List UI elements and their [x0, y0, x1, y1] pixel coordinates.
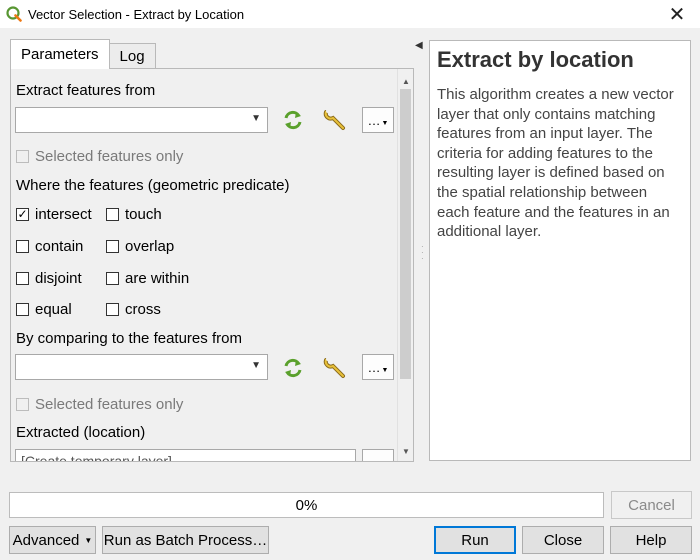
dropdown-arrow-icon: ▼ [381, 119, 389, 127]
extract-from-combo[interactable]: ▼ [15, 107, 268, 133]
help-button[interactable]: Help [610, 526, 692, 554]
help-panel: Extract by location This algorithm creat… [429, 40, 691, 461]
output-field[interactable]: [Create temporary layer] [15, 449, 356, 462]
tab-parameters[interactable]: Parameters [10, 39, 110, 69]
help-body: This algorithm creates a new vector laye… [437, 86, 674, 241]
batch-process-button[interactable]: Run as Batch Process… [102, 526, 269, 554]
options-button[interactable]: … ▼ [362, 107, 394, 133]
predicate-overlap[interactable]: overlap [106, 238, 174, 255]
progress-text: 0% [295, 496, 318, 514]
selected-only-label-2: Selected features only [35, 396, 184, 413]
dropdown-arrow-icon: ▼ [251, 113, 261, 124]
window-title: Vector Selection - Extract by Location [28, 6, 245, 22]
compare-combo[interactable]: ▼ [15, 354, 268, 380]
scroll-thumb[interactable] [400, 89, 411, 379]
options-button[interactable]: … ▼ [362, 354, 394, 380]
selected-only-checkbox-2[interactable]: Selected features only [16, 396, 183, 413]
output-label: Extracted (location) [16, 424, 146, 441]
predicate-intersect[interactable]: ✓ intersect [16, 206, 92, 223]
progress-bar: 0% [9, 492, 604, 518]
predicate-label-intersect: intersect [35, 206, 92, 223]
output-options-button[interactable] [362, 449, 394, 461]
predicate-touch[interactable]: touch [106, 206, 162, 223]
title-bar: Vector Selection - Extract by Location ✕ [0, 0, 700, 28]
advanced-button-label: Advanced [12, 531, 80, 549]
predicate-label-disjoint: disjoint [35, 270, 82, 287]
cancel-button[interactable]: Cancel [611, 491, 692, 519]
predicate-label-overlap: overlap [125, 238, 175, 255]
dropdown-arrow-icon: ▼ [84, 535, 93, 545]
wrench-icon[interactable] [321, 354, 349, 382]
checkbox-box[interactable] [106, 272, 119, 285]
vertical-scrollbar[interactable]: ▲ ▼ [397, 69, 413, 461]
compare-label: By comparing to the features from [16, 330, 242, 347]
checkbox-box[interactable] [16, 398, 29, 411]
close-button[interactable]: Close [522, 526, 604, 554]
help-title: Extract by location [437, 47, 634, 72]
scroll-up-icon[interactable]: ▲ [398, 73, 413, 89]
dropdown-arrow-icon: ▼ [251, 360, 261, 371]
tab-log[interactable]: Log [108, 43, 156, 69]
iterate-icon[interactable] [280, 355, 306, 381]
splitter-handle[interactable]: · · · [421, 243, 424, 263]
predicate-label-cross: cross [125, 301, 161, 318]
predicate-cross[interactable]: cross [106, 301, 161, 318]
extract-from-label: Extract features from [16, 82, 156, 99]
predicate-are-within[interactable]: are within [106, 270, 189, 287]
checkbox-box[interactable] [16, 272, 29, 285]
chevron-left-icon[interactable]: ◀ [415, 40, 423, 51]
dropdown-arrow-icon: ▼ [381, 366, 389, 374]
scroll-down-icon[interactable]: ▼ [398, 443, 413, 459]
close-icon[interactable]: ✕ [654, 0, 700, 28]
tab-bar: Parameters Log [10, 39, 156, 69]
output-value: [Create temporary layer] [21, 453, 172, 462]
advanced-button[interactable]: Advanced ▼ [9, 526, 96, 554]
options-button-label: … [367, 359, 381, 375]
checkbox-box[interactable] [16, 240, 29, 253]
predicate-equal[interactable]: equal [16, 301, 72, 318]
wrench-icon[interactable] [321, 106, 349, 134]
checkbox-box[interactable]: ✓ [16, 208, 29, 221]
predicate-label-are-within: are within [125, 270, 190, 287]
qgis-icon [6, 6, 22, 22]
predicate-disjoint[interactable]: disjoint [16, 270, 82, 287]
options-button-label: … [367, 112, 381, 128]
checkbox-box[interactable] [16, 303, 29, 316]
predicate-contain[interactable]: contain [16, 238, 83, 255]
checkbox-box[interactable] [106, 303, 119, 316]
iterate-icon[interactable] [280, 107, 306, 133]
selected-only-label-1: Selected features only [35, 148, 184, 165]
checkbox-box[interactable] [106, 240, 119, 253]
parameters-panel: Extract features from ▼ … ▼ Selected fea… [10, 68, 414, 462]
predicate-label: Where the features (geometric predicate) [16, 177, 290, 194]
predicate-label-touch: touch [125, 206, 162, 223]
checkbox-box[interactable] [16, 150, 29, 163]
run-button[interactable]: Run [434, 526, 516, 554]
checkbox-box[interactable] [106, 208, 119, 221]
selected-only-checkbox-1[interactable]: Selected features only [16, 148, 183, 165]
predicate-label-equal: equal [35, 301, 72, 318]
predicate-label-contain: contain [35, 238, 84, 255]
